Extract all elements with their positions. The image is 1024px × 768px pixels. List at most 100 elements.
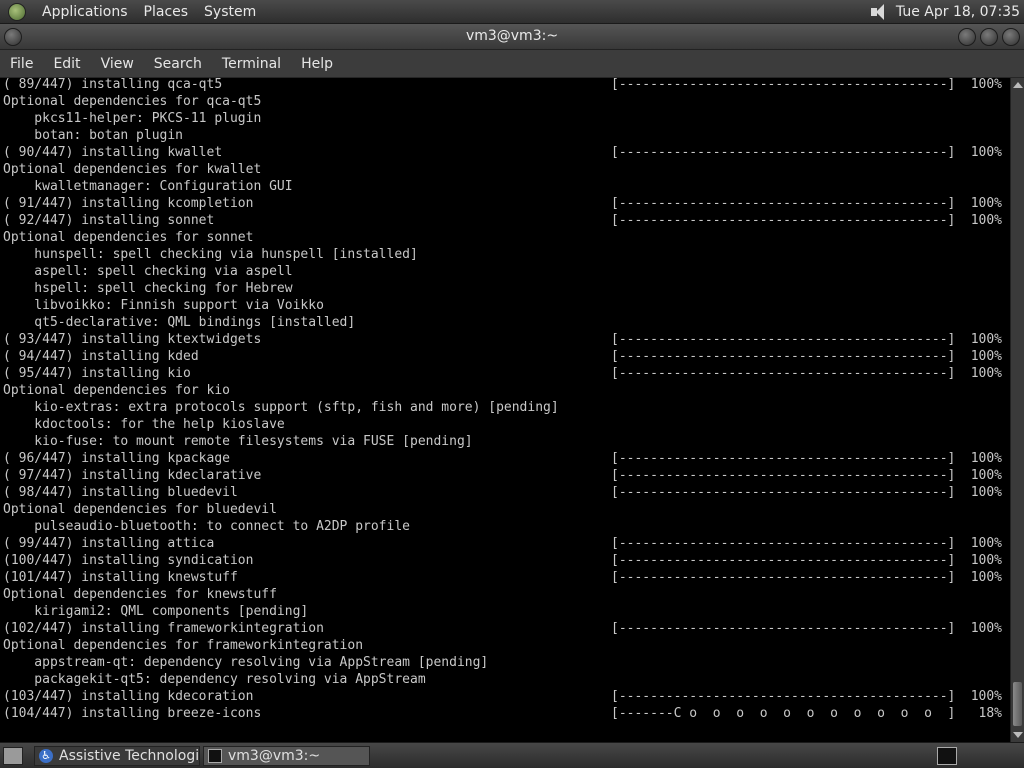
terminal-line: ( 91/447) installing kcompletion bbox=[3, 196, 254, 211]
terminal-line: ( 97/447) installing kdeclarative bbox=[3, 468, 262, 483]
progress-bar: [---------------------------------------… bbox=[611, 78, 956, 92]
progress-percent: 100% bbox=[970, 468, 1002, 483]
progress-percent: 100% bbox=[970, 366, 1002, 381]
gnome-foot-icon[interactable] bbox=[8, 2, 26, 21]
terminal-line: Optional dependencies for sonnet bbox=[3, 230, 254, 245]
menu-file[interactable]: File bbox=[0, 56, 43, 72]
terminal-line: Optional dependencies for qca-qt5 bbox=[3, 94, 262, 109]
progress-percent: 100% bbox=[970, 349, 1002, 364]
terminal-line: hunspell: spell checking via hunspell [i… bbox=[3, 247, 418, 262]
terminal-line: ( 96/447) installing kpackage bbox=[3, 451, 230, 466]
menu-edit[interactable]: Edit bbox=[43, 56, 90, 72]
terminal-line: ( 90/447) installing kwallet bbox=[3, 145, 223, 160]
progress-bar: [---------------------------------------… bbox=[611, 451, 956, 466]
progress-percent: 100% bbox=[970, 213, 1002, 228]
taskbar-item-terminal[interactable]: vm3@vm3:~ bbox=[203, 746, 370, 766]
menu-system[interactable]: System bbox=[196, 4, 264, 20]
terminal-line: kdoctools: for the help kioslave bbox=[3, 417, 285, 432]
terminal-icon bbox=[208, 749, 222, 763]
terminal-line: aspell: spell checking via aspell bbox=[3, 264, 293, 279]
terminal-scrollbar[interactable] bbox=[1010, 78, 1024, 742]
terminal-line: (100/447) installing syndication bbox=[3, 553, 254, 568]
terminal-line: kwalletmanager: Configuration GUI bbox=[3, 179, 293, 194]
terminal-line: (102/447) installing frameworkintegratio… bbox=[3, 621, 324, 636]
bottom-panel: ♿ Assistive Technologi... vm3@vm3:~ bbox=[0, 742, 1024, 768]
progress-percent: 100% bbox=[970, 536, 1002, 551]
progress-percent: 100% bbox=[970, 485, 1002, 500]
menu-view[interactable]: View bbox=[91, 56, 144, 72]
terminal-line: qt5-declarative: QML bindings [installed… bbox=[3, 315, 356, 330]
terminal-line: Optional dependencies for kio bbox=[3, 383, 230, 398]
progress-bar: [---------------------------------------… bbox=[611, 349, 956, 364]
terminal-line: packagekit-qt5: dependency resolving via… bbox=[3, 672, 426, 687]
terminal-line: kio-extras: extra protocols support (sft… bbox=[3, 400, 559, 415]
terminal-line: appstream-qt: dependency resolving via A… bbox=[3, 655, 489, 670]
progress-bar: [---------------------------------------… bbox=[611, 145, 956, 160]
progress-bar: [---------------------------------------… bbox=[611, 553, 956, 568]
terminal-line: ( 95/447) installing kio bbox=[3, 366, 191, 381]
progress-bar: [---------------------------------------… bbox=[611, 689, 956, 704]
progress-bar: [---------------------------------------… bbox=[611, 536, 956, 551]
terminal-line: libvoikko: Finnish support via Voikko bbox=[3, 298, 324, 313]
terminal-menubar: File Edit View Search Terminal Help bbox=[0, 50, 1024, 78]
scroll-up-arrow-icon[interactable] bbox=[1013, 82, 1023, 88]
accessibility-icon: ♿ bbox=[39, 749, 53, 763]
progress-bar: [---------------------------------------… bbox=[611, 366, 956, 381]
terminal-line: (104/447) installing breeze-icons bbox=[3, 706, 262, 721]
window-title: vm3@vm3:~ bbox=[465, 28, 559, 44]
progress-percent: 100% bbox=[970, 145, 1002, 160]
terminal-line: ( 92/447) installing sonnet bbox=[3, 213, 215, 228]
progress-bar: [---------------------------------------… bbox=[611, 570, 956, 585]
volume-icon[interactable] bbox=[870, 3, 888, 21]
terminal-line: hspell: spell checking for Hebrew bbox=[3, 281, 293, 296]
minimize-button[interactable] bbox=[958, 28, 976, 46]
progress-percent: 100% bbox=[970, 332, 1002, 347]
taskbar-item-label: vm3@vm3:~ bbox=[228, 748, 321, 764]
terminal-line: Optional dependencies for frameworkinteg… bbox=[3, 638, 364, 653]
progress-percent: 100% bbox=[970, 689, 1002, 704]
menu-applications[interactable]: Applications bbox=[34, 4, 136, 20]
menu-terminal[interactable]: Terminal bbox=[212, 56, 291, 72]
progress-percent: 100% bbox=[970, 570, 1002, 585]
progress-bar: [---------------------------------------… bbox=[611, 332, 956, 347]
progress-bar: [---------------------------------------… bbox=[611, 196, 956, 211]
clock[interactable]: Tue Apr 18, 07:35 bbox=[896, 4, 1024, 20]
scroll-down-arrow-icon[interactable] bbox=[1013, 732, 1023, 738]
terminal-line: (103/447) installing kdecoration bbox=[3, 689, 254, 704]
top-panel: Applications Places System Tue Apr 18, 0… bbox=[0, 0, 1024, 24]
taskbar-item-label: Assistive Technologi... bbox=[59, 748, 200, 764]
terminal-line: ( 98/447) installing bluedevil bbox=[3, 485, 238, 500]
tray-terminal-icon[interactable] bbox=[937, 747, 957, 765]
terminal-line: pkcs11-helper: PKCS-11 plugin bbox=[3, 111, 262, 126]
menu-places[interactable]: Places bbox=[136, 4, 197, 20]
progress-percent: 100% bbox=[970, 451, 1002, 466]
terminal-line: Optional dependencies for bluedevil bbox=[3, 502, 277, 517]
terminal-line: Optional dependencies for kwallet bbox=[3, 162, 262, 177]
taskbar-item-assistive[interactable]: ♿ Assistive Technologi... bbox=[34, 746, 200, 766]
terminal-line: kio-fuse: to mount remote filesystems vi… bbox=[3, 434, 473, 449]
progress-bar: [---------------------------------------… bbox=[611, 621, 956, 636]
progress-percent: 18% bbox=[978, 706, 1002, 721]
scroll-thumb[interactable] bbox=[1013, 682, 1022, 726]
terminal-line: kirigami2: QML components [pending] bbox=[3, 604, 309, 619]
terminal-line: Optional dependencies for knewstuff bbox=[3, 587, 277, 602]
terminal-line: ( 93/447) installing ktextwidgets bbox=[3, 332, 262, 347]
window-titlebar[interactable]: vm3@vm3:~ bbox=[0, 24, 1024, 50]
maximize-button[interactable] bbox=[980, 28, 998, 46]
close-button[interactable] bbox=[1002, 28, 1020, 46]
terminal-line: pulseaudio-bluetooth: to connect to A2DP… bbox=[3, 519, 410, 534]
menu-help[interactable]: Help bbox=[291, 56, 343, 72]
terminal-output[interactable]: ( 89/447) installing qca-qt5 [-----------… bbox=[0, 78, 1010, 742]
terminal-line: (101/447) installing knewstuff bbox=[3, 570, 238, 585]
progress-percent: 100% bbox=[970, 196, 1002, 211]
show-desktop-icon[interactable] bbox=[3, 747, 23, 765]
terminal-line: botan: botan plugin bbox=[3, 128, 184, 143]
progress-percent: 100% bbox=[970, 553, 1002, 568]
progress-percent: 100% bbox=[970, 621, 1002, 636]
progress-bar: [---------------------------------------… bbox=[611, 485, 956, 500]
menu-search[interactable]: Search bbox=[144, 56, 212, 72]
terminal-line: ( 89/447) installing qca-qt5 bbox=[3, 78, 223, 92]
progress-bar: [-------C o o o o o o o o o o o ] bbox=[611, 706, 956, 721]
progress-bar: [---------------------------------------… bbox=[611, 213, 956, 228]
terminal-line: ( 94/447) installing kded bbox=[3, 349, 199, 364]
